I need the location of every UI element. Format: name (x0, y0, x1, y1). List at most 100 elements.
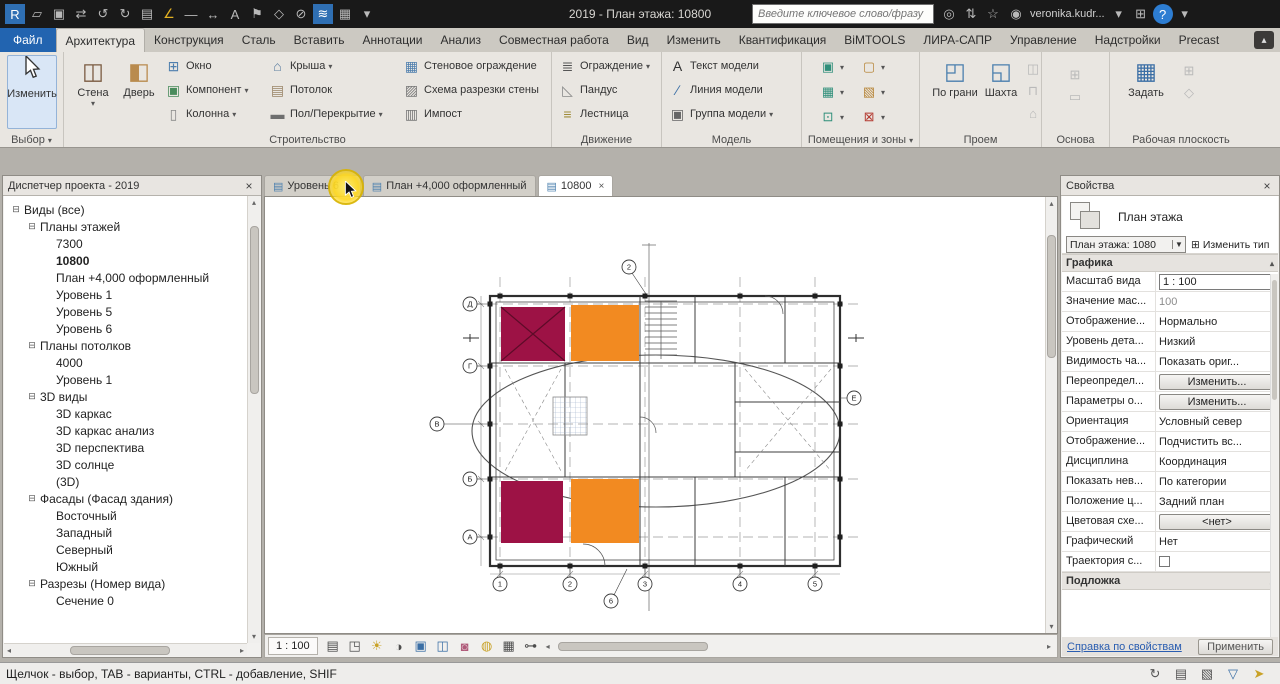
ribbon-tab[interactable]: Файл (0, 28, 56, 52)
aligned-dimension-icon[interactable]: ↔ (203, 4, 223, 24)
ribbon-tab[interactable]: Квантификация (730, 28, 836, 52)
user-caret-icon[interactable]: ▾ (1109, 4, 1129, 24)
area-boundary-icon[interactable]: ▧▾ (860, 83, 885, 101)
ribbon-tab[interactable]: Аннотации (354, 28, 432, 52)
browser-item[interactable]: Уровень 1 (4, 371, 247, 388)
browser-item[interactable]: 3D каркас (4, 405, 247, 422)
ribbon-button[interactable]: ▣Компонент▾ (164, 78, 248, 102)
favorites-icon[interactable]: ☆ (983, 4, 1003, 24)
ribbon-button[interactable]: ▥Импост (402, 102, 539, 126)
browser-item[interactable]: Западный (4, 524, 247, 541)
ribbon-tab[interactable]: Вид (618, 28, 658, 52)
ribbon-tab[interactable]: Изменить (658, 28, 730, 52)
ribbon-tab[interactable]: Precast (1170, 28, 1229, 52)
tree-expander-icon[interactable]: ⊟ (26, 493, 38, 504)
browser-item[interactable]: План +4,000 оформленный (4, 269, 247, 286)
ribbon-button[interactable]: ▦Стеновое ограждение (402, 54, 539, 78)
opening-by-face-button[interactable]: ◰ По грани (932, 55, 978, 129)
canvas-vscrollbar[interactable]: ▴ ▾ (1045, 197, 1057, 633)
measure-icon[interactable]: ∠ (159, 4, 179, 24)
ribbon-button[interactable]: ◺Пандус (558, 78, 650, 102)
set-workplane-button[interactable]: ▦ Задать (1124, 55, 1168, 129)
ribbon-button[interactable]: ≡Лестница (558, 102, 650, 126)
scroll-right-icon[interactable]: ▸ (237, 644, 247, 657)
property-value-button[interactable]: <нет> (1159, 514, 1275, 530)
group-label-datum[interactable]: Основа (1042, 134, 1109, 146)
group-label-opening[interactable]: Проем (920, 134, 1041, 146)
app-store-icon[interactable]: ⊞ (1131, 4, 1151, 24)
browser-item[interactable]: Уровень 1 (4, 286, 247, 303)
scroll-thumb[interactable] (1047, 235, 1056, 358)
select-toggle-icon[interactable]: ➤ (1249, 664, 1269, 684)
browser-item[interactable]: ⊟Планы этажей (4, 218, 247, 235)
scroll-up-icon[interactable]: ▴ (249, 196, 259, 209)
scroll-up-icon[interactable]: ▴ (1046, 197, 1056, 210)
floor-plan-drawing[interactable]: Д Г В Б А 1 2 3 4 5 6 2 Е (265, 197, 1046, 633)
browser-item[interactable]: ⊟Планы потолков (4, 337, 247, 354)
thin-lines-icon[interactable]: ≋ (313, 4, 333, 24)
browser-item[interactable]: Сечение 0 (4, 592, 247, 609)
ribbon-tab[interactable]: Совместная работа (490, 28, 618, 52)
scale-button[interactable]: 1 : 100 (268, 637, 318, 655)
browser-item[interactable]: 7300 (4, 235, 247, 252)
scroll-down-icon[interactable]: ▾ (1046, 620, 1056, 633)
browser-item[interactable]: 3D солнце (4, 456, 247, 473)
view-tab[interactable]: ▤10800× (538, 175, 614, 196)
search-input[interactable] (752, 4, 934, 24)
type-selector[interactable]: План этажа: 1080 ▼ (1066, 236, 1186, 253)
design-options-icon[interactable]: ▧ (1197, 664, 1217, 684)
titlebar-caret-icon[interactable]: ▾ (1175, 4, 1195, 24)
worksharing-display-icon[interactable]: ▤ (1171, 664, 1191, 684)
browser-item[interactable]: ⊟Фасады (Фасад здания) (4, 490, 247, 507)
property-value-button[interactable]: Изменить... (1159, 394, 1275, 410)
canvas-hscrollbar[interactable] (556, 642, 1041, 651)
tag-room-icon[interactable]: ⊡▾ (819, 108, 844, 126)
property-value-button[interactable]: Изменить... (1159, 374, 1275, 390)
group-label-workplane[interactable]: Рабочая плоскость (1110, 134, 1252, 146)
browser-item[interactable]: 3D перспектива (4, 439, 247, 456)
show-workplane-icon[interactable]: ⊞ (1179, 62, 1199, 80)
tag-icon[interactable]: ⚑ (247, 4, 267, 24)
ribbon-collapse-button[interactable]: ▴ (1254, 31, 1274, 49)
browser-item[interactable]: 4000 (4, 354, 247, 371)
shadows-icon[interactable]: ◑ (389, 636, 409, 656)
ribbon-button[interactable]: ⌂Крыша▾ (268, 54, 383, 78)
shaft-button[interactable]: ◱ Шахта (980, 55, 1022, 129)
redo-icon[interactable]: ↻ (115, 4, 135, 24)
infocenter-sync-icon[interactable]: ⇅ (961, 4, 981, 24)
close-view-icon[interactable]: × (346, 181, 352, 192)
app-menu-icon[interactable]: R (5, 4, 25, 24)
sun-path-icon[interactable]: ☀ (367, 636, 387, 656)
collapse-icon[interactable]: ▴ (1270, 259, 1274, 268)
ribbon-button[interactable]: ▯Колонна▾ (164, 102, 248, 126)
scroll-left-icon[interactable]: ◂ (4, 644, 14, 657)
group-label-circulation[interactable]: Движение (552, 134, 661, 146)
dormer-opening-icon[interactable]: ⌂ (1023, 104, 1043, 122)
sync-icon[interactable]: ⇄ (71, 4, 91, 24)
property-value[interactable]: Подчистить вс... (1159, 436, 1242, 448)
group-label-model[interactable]: Модель (662, 134, 801, 146)
grid-icon[interactable]: ⊞ (1065, 66, 1085, 84)
group-label-select[interactable]: Выбор▾ (0, 134, 63, 146)
chevron-down-icon[interactable]: ▼ (1172, 240, 1185, 249)
ribbon-tab[interactable]: ЛИРА-САПР (914, 28, 1001, 52)
browser-item[interactable]: ⊟3D виды (4, 388, 247, 405)
drawing-canvas[interactable]: Д Г В Б А 1 2 3 4 5 6 2 Е (264, 196, 1058, 634)
search-binoculars-icon[interactable]: ◎ (939, 4, 959, 24)
tree-expander-icon[interactable]: ⊟ (26, 391, 38, 402)
section-graphics[interactable]: Графика▴ (1062, 254, 1278, 272)
ribbon-button[interactable]: ≣Ограждение▾ (558, 54, 650, 78)
user-icon[interactable]: ◉ (1006, 4, 1026, 24)
properties-help-link[interactable]: Справка по свойствам (1067, 641, 1182, 653)
browser-hscrollbar[interactable]: ◂ ▸ (4, 643, 247, 656)
scroll-thumb[interactable] (70, 646, 170, 655)
scroll-thumb[interactable] (558, 642, 708, 651)
ribbon-tab[interactable]: Вставить (285, 28, 354, 52)
scroll-thumb[interactable] (250, 226, 259, 394)
show-crop-icon[interactable]: ◫ (433, 636, 453, 656)
area-icon[interactable]: ▢▾ (860, 58, 885, 76)
ribbon-tab[interactable]: BiMTOOLS (835, 28, 914, 52)
section-underlay[interactable]: Подложка▴ (1062, 572, 1278, 590)
apply-button[interactable]: Применить (1198, 639, 1273, 655)
property-value[interactable]: Нормально (1159, 316, 1217, 328)
